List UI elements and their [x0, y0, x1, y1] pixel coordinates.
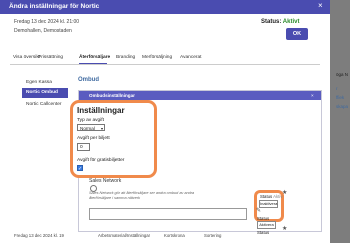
background-text-2: r	[336, 86, 338, 91]
status-indicator: Status: Aktivt	[261, 19, 299, 25]
panel-title: Ombudsinställningar	[89, 93, 135, 98]
tab-bar: Visa översikt Prissättning Återförsäljar…	[10, 52, 320, 65]
activate-button[interactable]: Aktivera	[257, 221, 276, 229]
tab-overview[interactable]: Visa översikt	[13, 55, 40, 60]
star-icon[interactable]: ★	[282, 189, 287, 196]
background-text-3: ffiek	[336, 95, 345, 100]
sales-network-description: Sales Network gör att återförsäljare ser…	[89, 191, 239, 201]
event-date: Fredag 13 dec 2024 kl. 21:00	[14, 19, 80, 25]
tab-upsell[interactable]: Merförsäljning	[142, 55, 172, 60]
sidebar-item-nortic-ombud[interactable]: Nortic Ombud	[22, 88, 68, 98]
free-ticket-fee-checkbox[interactable]: ✓	[77, 165, 83, 172]
table-cell: Arbetsmaterial/Inställningar	[98, 233, 151, 238]
tab-pricing[interactable]: Prissättning	[38, 55, 63, 60]
deactivate-button[interactable]: Inaktivera	[259, 200, 278, 208]
status-label: Status:	[261, 19, 282, 25]
status-column-label: Status Aktiv	[260, 194, 282, 199]
background-page: öga N r ffiek skapa	[330, 0, 350, 243]
fee-type-select[interactable]: Normal ▾	[77, 124, 105, 131]
chevron-down-icon: ▾	[100, 126, 103, 131]
dialog-title: Ändra inställningar för Nortic	[9, 3, 100, 10]
table-row: Fredag 13 dec 2024 kl. 19 Arbetsmaterial…	[14, 233, 324, 243]
table-cell: Sortering	[204, 233, 222, 238]
status-value: Aktivt	[282, 19, 300, 25]
edit-icon[interactable]: ✎	[256, 207, 261, 214]
sales-network-title: Sales Network	[89, 178, 122, 184]
sidebar-item-nortic-callcenter[interactable]: Nortic Callcenter	[22, 100, 68, 110]
settings-box: Inställningar Typ av avgift Normal ▾ Avg…	[70, 100, 157, 178]
tab-branding[interactable]: Branding	[116, 55, 135, 60]
close-icon[interactable]: ×	[318, 2, 323, 10]
sales-network-description-line2: återförsäljare i samma nätverk	[89, 196, 141, 200]
tab-advanced[interactable]: Avancerat	[180, 55, 202, 60]
fee-per-ticket-label: Avgift per biljett	[77, 136, 110, 141]
panel-header: Ombudsinställningar ×	[79, 91, 321, 100]
event-venue: Demohallen, Demostaden	[14, 28, 72, 34]
close-icon[interactable]: ×	[311, 91, 314, 100]
free-ticket-fee-label: Avgift för gratisbiljetter	[77, 158, 125, 163]
fee-per-ticket-input[interactable]: 0	[77, 143, 90, 151]
settings-title: Inställningar	[77, 106, 125, 115]
sidebar-item-egen-kassa[interactable]: Egen Kassa	[22, 78, 68, 88]
active-tab-indicator	[79, 63, 107, 64]
status-text: Status	[260, 194, 273, 199]
background-text-4: skapa	[336, 104, 349, 109]
table-cell: Fredag 13 dec 2024 kl. 19	[14, 233, 64, 238]
background-text-1: öga N	[336, 72, 349, 77]
dialog-header: Ändra inställningar för Nortic ×	[0, 0, 330, 14]
star-icon[interactable]: ★	[282, 225, 287, 232]
fee-type-label: Typ av avgift	[77, 118, 104, 123]
sales-network-search-input[interactable]	[89, 208, 247, 220]
ok-button[interactable]: OK	[286, 28, 308, 40]
section-heading: Ombud	[78, 77, 99, 83]
table-cell: Kortskrona	[164, 233, 185, 238]
fee-type-value: Normal	[80, 126, 95, 131]
tab-resellers[interactable]: Återförsäljare	[79, 55, 110, 60]
